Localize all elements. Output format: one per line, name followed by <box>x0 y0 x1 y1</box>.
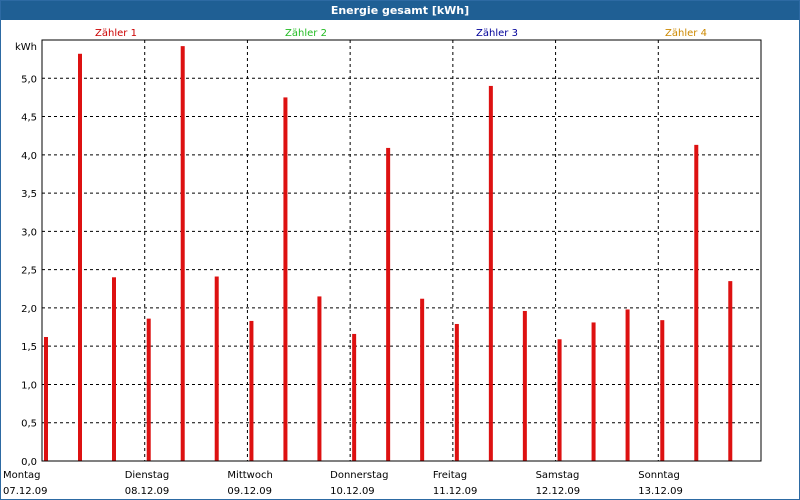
x-tick-weekday: Donnerstag <box>330 470 388 481</box>
legend-item: Zähler 2 <box>285 28 327 39</box>
x-tick-weekday: Dienstag <box>125 470 170 481</box>
bar <box>44 336 48 461</box>
x-tick-weekday: Montag <box>3 470 40 481</box>
x-tick-weekday: Mittwoch <box>227 470 272 481</box>
bar <box>488 85 493 461</box>
x-tick-date: 13.12.09 <box>638 486 683 497</box>
x-tick-weekday: Freitag <box>433 470 467 481</box>
chart-title: Energie gesamt [kWh] <box>1 1 799 20</box>
bar <box>78 53 82 461</box>
bar <box>180 46 185 462</box>
legend-item: Zähler 3 <box>476 28 518 39</box>
chart-window: Energie gesamt [kWh] 0,0 0,5 1,0 1,5 2,0 2,5 3… <box>0 0 800 500</box>
y-tick-label: 1,5 <box>21 342 37 353</box>
x-tick-date: 11.12.09 <box>433 486 478 497</box>
bar <box>420 298 425 461</box>
bar <box>591 322 596 461</box>
bar <box>146 318 151 461</box>
x-tick-date: 09.12.09 <box>227 486 272 497</box>
y-axis-unit: kWh <box>15 42 37 53</box>
y-tick-label: 4,0 <box>21 151 37 162</box>
bar <box>625 309 630 461</box>
y-tick-label: 1,0 <box>21 380 37 391</box>
bar <box>522 310 527 461</box>
legend-item: Zähler 1 <box>95 28 137 39</box>
bar <box>317 296 322 461</box>
bar <box>728 281 733 461</box>
y-tick-label: 0,0 <box>21 457 37 468</box>
y-tick-label: 3,5 <box>21 189 37 200</box>
bar <box>386 147 391 462</box>
bar <box>454 323 459 461</box>
energy-chart: 0,0 0,5 1,0 1,5 2,0 2,5 3,0 3,5 4,0 4,5 5,0 kWh Mont… <box>3 28 762 497</box>
x-tick-date: 08.12.09 <box>125 486 170 497</box>
bar <box>283 97 288 461</box>
x-tick-date: 07.12.09 <box>3 486 48 497</box>
x-tick-weekday: Sonntag <box>638 470 680 481</box>
y-tick-label: 5,0 <box>21 74 37 85</box>
y-tick-label: 3,0 <box>21 227 37 238</box>
bar <box>557 339 562 461</box>
x-tick-date: 10.12.09 <box>330 486 375 497</box>
x-tick-date: 12.12.09 <box>536 486 581 497</box>
bar <box>694 144 699 461</box>
y-tick-label: 2,0 <box>21 304 37 315</box>
bar <box>249 320 254 461</box>
bar <box>352 333 357 461</box>
bar <box>214 276 219 461</box>
y-tick-label: 2,5 <box>21 266 37 277</box>
legend-item: Zähler 4 <box>665 28 707 39</box>
bar <box>112 277 116 461</box>
y-tick-label: 0,5 <box>21 419 37 430</box>
y-tick-label: 4,5 <box>21 113 37 124</box>
bar <box>660 320 665 461</box>
x-tick-weekday: Samstag <box>536 470 580 481</box>
